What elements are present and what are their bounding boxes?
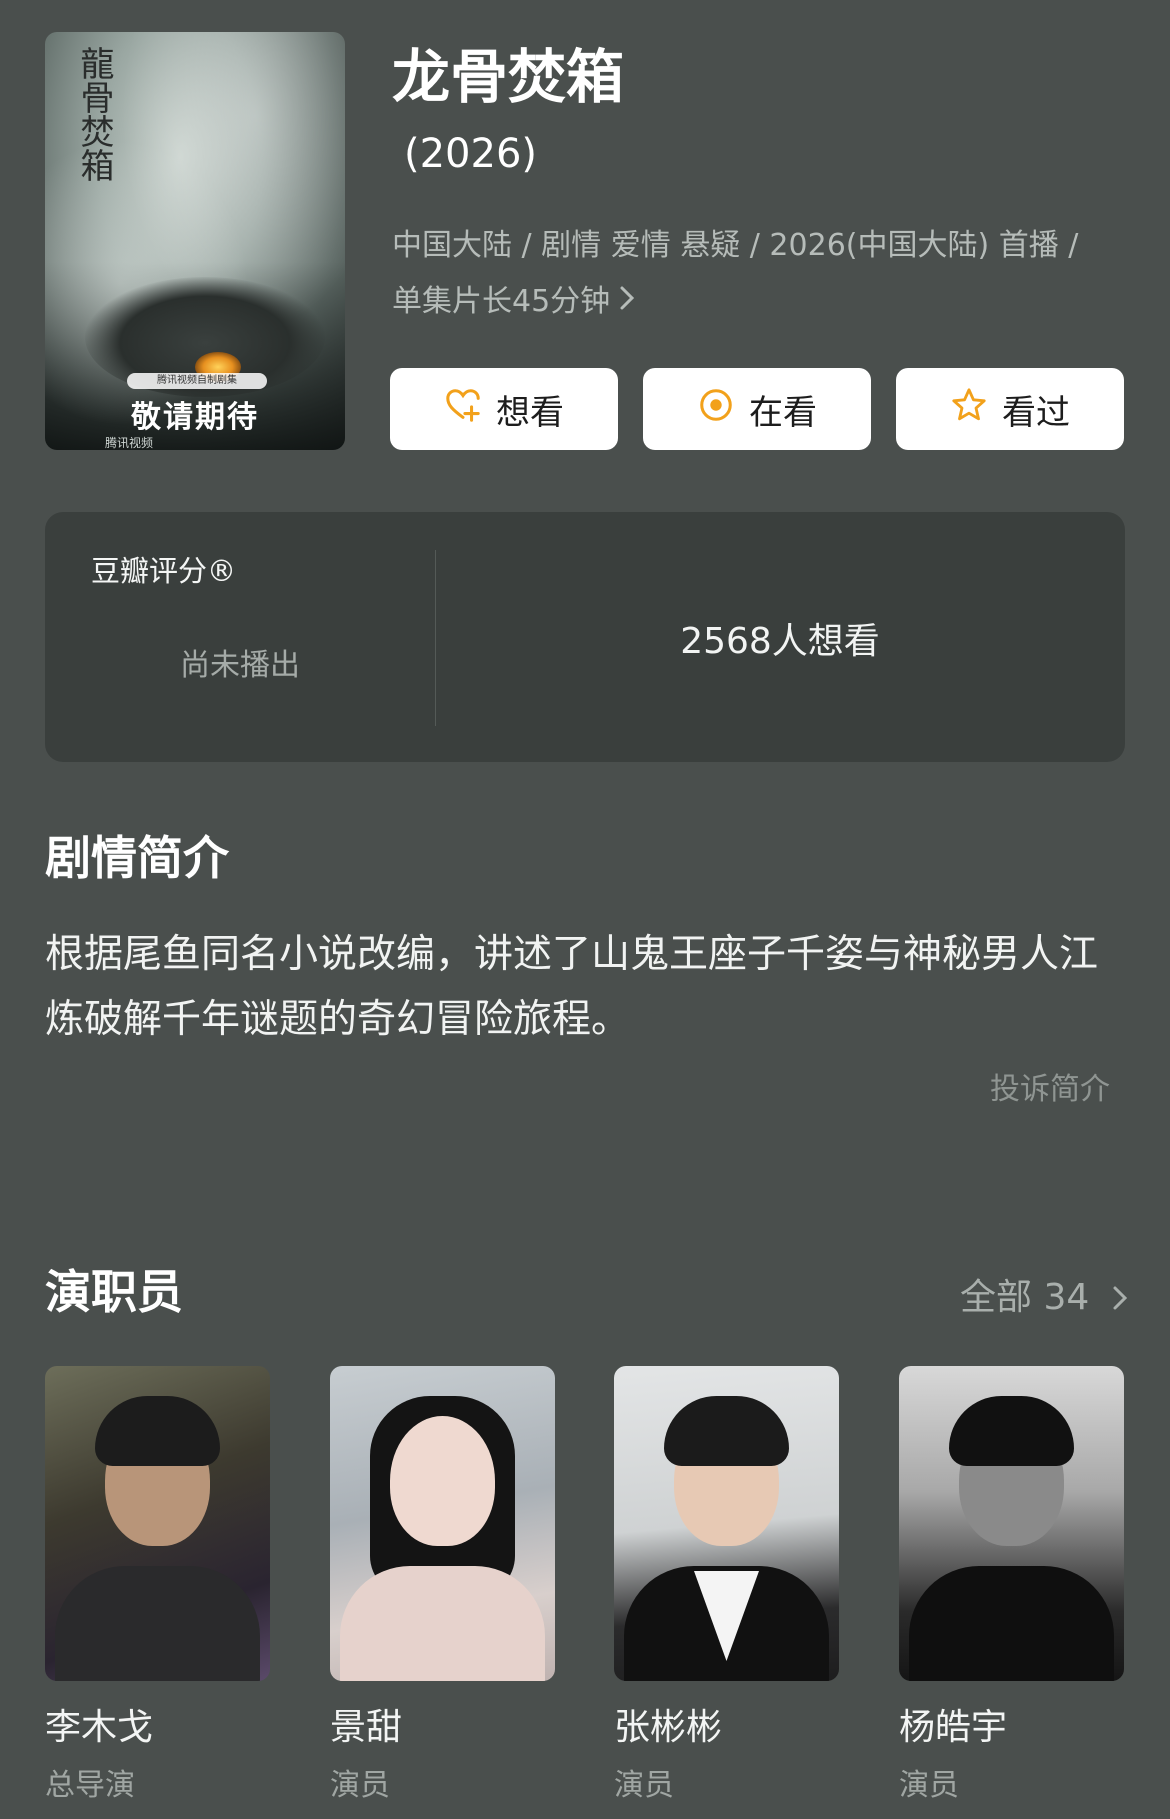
- poster-logos: 腾讯视频: [105, 436, 154, 450]
- all-cast-link[interactable]: 全部 34: [960, 1268, 1129, 1320]
- want-to-watch-button[interactable]: 想看: [390, 368, 618, 450]
- cast-photo[interactable]: [614, 1366, 839, 1681]
- cast-name[interactable]: 景甜: [330, 1698, 402, 1750]
- chevron-right-icon: [1101, 1277, 1129, 1318]
- cast-photo-cap: [95, 1396, 220, 1466]
- cast-photo-face: [390, 1416, 495, 1546]
- cast-role: 演员: [614, 1768, 674, 1803]
- poster-image[interactable]: 龍骨焚箱 腾讯视频自制剧集 敬请期待 腾讯视频: [45, 32, 345, 450]
- cast-role: 总导演: [45, 1768, 135, 1803]
- cast-name[interactable]: 杨皓宇: [899, 1698, 1007, 1750]
- want-to-watch-label: 想看: [496, 392, 564, 433]
- cast-photo-body: [340, 1566, 545, 1681]
- star-icon: [950, 386, 988, 433]
- cast-heading: 演职员: [45, 1265, 183, 1319]
- meta-line-2: 单集片长45分钟: [392, 274, 1132, 330]
- meta-info[interactable]: 中国大陆 / 剧情 爱情 悬疑 / 2026(中国大陆) 首播 / 单集片长45…: [392, 218, 1132, 330]
- poster-coming-soon: 敬请期待: [131, 400, 259, 435]
- watching-button[interactable]: 在看: [643, 368, 871, 450]
- all-cast-label: 全部 34: [960, 1277, 1090, 1318]
- report-synopsis-link[interactable]: 投诉简介: [990, 1064, 1110, 1108]
- rating-status: 尚未播出: [180, 648, 300, 683]
- cast-photo[interactable]: [899, 1366, 1124, 1681]
- poster-calligraphy: 龍骨焚箱: [74, 46, 114, 182]
- want-count: 2568人想看: [680, 621, 880, 662]
- cast-photo-hair: [949, 1396, 1074, 1466]
- chevron-right-icon: [618, 274, 636, 330]
- rating-label: 豆瓣评分®: [91, 554, 237, 588]
- synopsis-text: 根据尾鱼同名小说改编，讲述了山鬼王座子千姿与神秘男人江炼破解千年谜题的奇幻冒险旅…: [45, 932, 1099, 1042]
- meta-line-1: 中国大陆 / 剧情 爱情 悬疑 / 2026(中国大陆) 首播 /: [392, 228, 1079, 263]
- cast-name[interactable]: 李木戈: [45, 1698, 153, 1750]
- cast-photo-body: [909, 1566, 1114, 1681]
- cast-photo[interactable]: [45, 1366, 270, 1681]
- cast-name[interactable]: 张彬彬: [614, 1698, 722, 1750]
- synopsis-heading: 剧情简介: [45, 831, 229, 885]
- cast-photo[interactable]: [330, 1366, 555, 1681]
- watched-label: 看过: [1002, 392, 1070, 433]
- page-title: 龙骨焚箱: [392, 43, 625, 111]
- heart-plus-icon: [444, 386, 482, 433]
- cast-photo-hair: [664, 1396, 789, 1466]
- record-dot-icon: [697, 386, 735, 433]
- poster-tag: 腾讯视频自制剧集: [127, 373, 267, 389]
- meta-duration: 单集片长45分钟: [392, 284, 611, 319]
- rating-card[interactable]: 豆瓣评分® 尚未播出 2568人想看: [45, 512, 1125, 762]
- cast-photo-body: [55, 1566, 260, 1681]
- watching-label: 在看: [749, 392, 817, 433]
- watched-button[interactable]: 看过: [896, 368, 1124, 450]
- cast-role: 演员: [899, 1768, 959, 1803]
- release-year: (2026): [404, 131, 538, 177]
- cast-role: 演员: [330, 1768, 390, 1803]
